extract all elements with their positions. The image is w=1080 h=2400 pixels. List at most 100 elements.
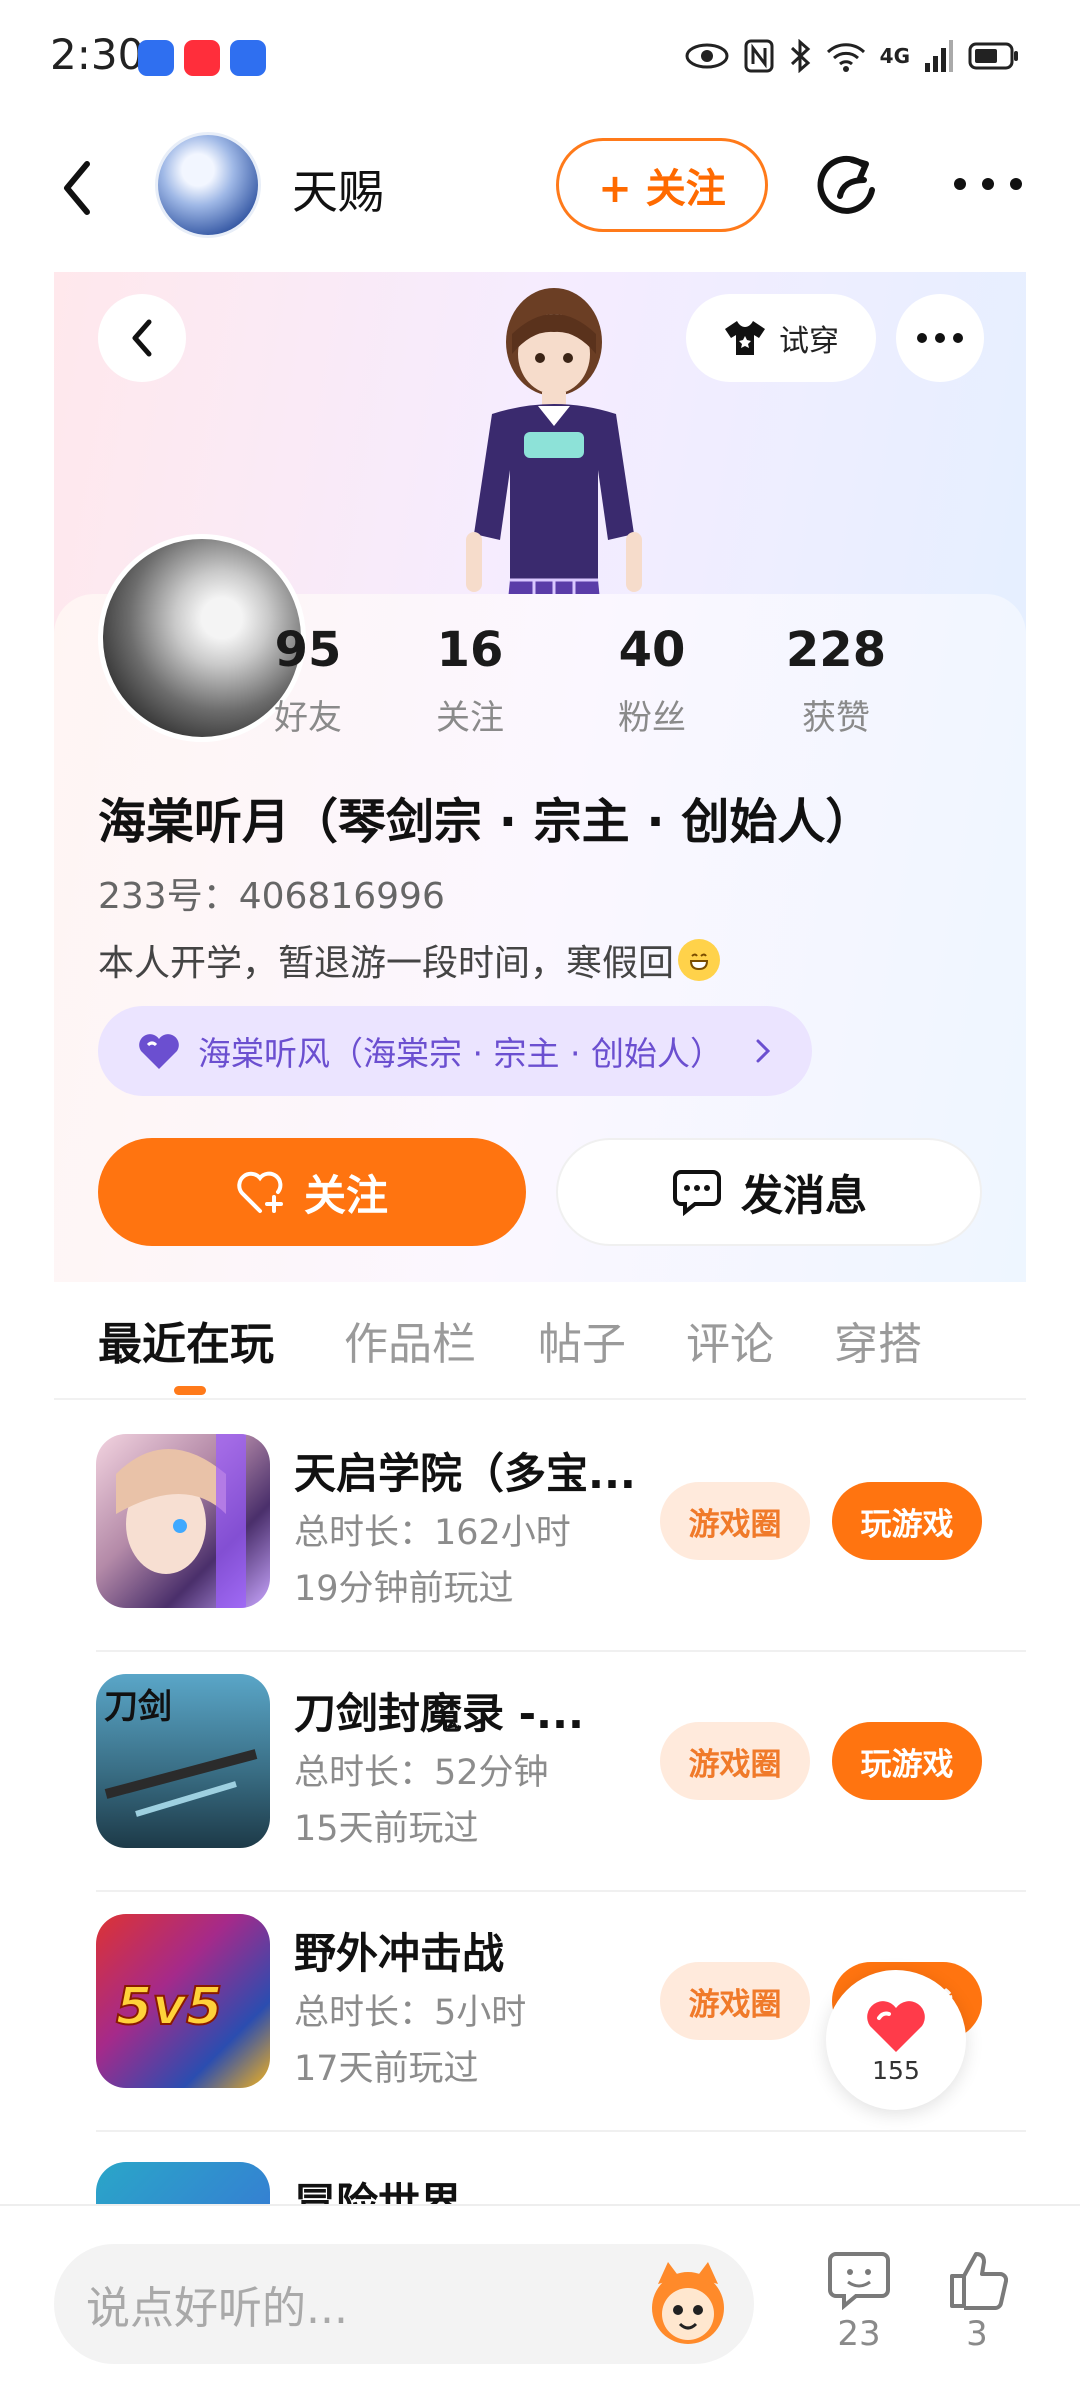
profile-display-name: 海棠听月（琴剑宗 · 宗主 · 创始人） (98, 794, 874, 850)
top-nav: 天赐 + 关注 (0, 120, 1080, 250)
signal-icon (925, 40, 953, 72)
hero-back-button[interactable] (98, 294, 186, 382)
nfc-icon (744, 39, 774, 73)
list-item[interactable]: 天启学院（多宝... 总时长：162小时 19分钟前玩过 游戏圈 玩游戏 (96, 1412, 1026, 1652)
app-notification-icon (184, 40, 220, 76)
floating-like-count: 155 (872, 2055, 920, 2085)
message-label: 发消息 (740, 1170, 867, 1220)
wifi-icon (826, 43, 865, 72)
game-last-played: 19分钟前玩过 (294, 1569, 514, 1609)
back-arrow-icon[interactable] (55, 158, 105, 218)
sword-game-icon: 刀剑 (104, 1687, 258, 1817)
tab-indicator (174, 1386, 206, 1395)
try-on-label: 试穿 (779, 324, 839, 359)
game-title: 天启学院（多宝... (294, 1449, 636, 1498)
game-circle-button[interactable]: 游戏圈 (660, 1722, 810, 1800)
game-icon (96, 1434, 270, 1608)
game-duration: 总时长：52分钟 (294, 1753, 549, 1793)
tab-posts[interactable]: 帖子 (538, 1308, 626, 1372)
comment-icon (828, 2252, 890, 2310)
guild-tag-label: 海棠听风（海棠宗 · 宗主 · 创始人） (198, 1034, 723, 1073)
tab-outfits[interactable]: 穿搭 (834, 1308, 922, 1372)
avatar[interactable] (155, 132, 261, 238)
try-on-button[interactable]: 试穿 (686, 294, 876, 382)
nav-username: 天赐 (292, 165, 384, 219)
chevron-left-icon (132, 319, 152, 357)
grin-emoji-icon (678, 939, 721, 981)
hero-more-button[interactable] (896, 294, 984, 382)
comment-count-button[interactable]: 23 (814, 2250, 904, 2354)
anime-character-icon (116, 1434, 246, 1608)
battery-icon (968, 42, 1018, 70)
stat-number: 16 (436, 622, 504, 678)
profile-hero: 试穿 95 好友 16 关注 40 粉丝 228 获赞 海棠听月（琴剑宗 · 宗… (54, 272, 1026, 1282)
tshirt-icon (725, 321, 765, 355)
heart-icon (867, 2000, 925, 2052)
stat-likes[interactable]: 228 获赞 (766, 622, 906, 739)
chat-bubble-icon (672, 1170, 721, 1216)
stat-fans[interactable]: 40 粉丝 (582, 622, 722, 739)
guild-tag[interactable]: 海棠听风（海棠宗 · 宗主 · 创始人） (98, 1006, 812, 1096)
stat-following[interactable]: 16 关注 (400, 622, 540, 739)
game-icon: 刀剑 (96, 1674, 270, 1848)
tab-comments[interactable]: 评论 (686, 1308, 774, 1372)
bottom-bar: 说点好听的... 23 3 (0, 2204, 1080, 2400)
stat-number: 228 (785, 622, 887, 678)
grin-face-icon (690, 953, 709, 971)
stat-friends[interactable]: 95 好友 (238, 622, 378, 739)
like-count: 3 (966, 2314, 988, 2354)
profile-uid: 233号：406816996 (98, 876, 445, 917)
game-icon-text: 5v5 (116, 1977, 222, 2037)
heart-plus-icon (237, 1171, 283, 1213)
more-icon[interactable] (948, 164, 1028, 204)
bluetooth-icon (790, 39, 810, 73)
floating-like-button[interactable]: 155 (826, 1970, 966, 2110)
follow-main-label: 关注 (303, 1170, 388, 1220)
list-item[interactable]: 冒险世界 (96, 2132, 1026, 2212)
status-icons: 4G (684, 34, 1020, 78)
play-game-button[interactable]: 玩游戏 (832, 1722, 982, 1800)
heart-icon (139, 1034, 179, 1069)
profile-bio: 本人开学，暂退游一段时间，寒假回 (98, 934, 721, 986)
stat-label: 粉丝 (618, 698, 686, 738)
message-button[interactable]: 发消息 (556, 1138, 982, 1246)
more-icon (917, 333, 963, 343)
game-duration: 总时长：5小时 (294, 1993, 527, 2033)
game-title: 野外冲击战 (294, 1929, 505, 1978)
game-circle-button[interactable]: 游戏圈 (660, 1962, 810, 2040)
mascot-icon[interactable] (640, 2254, 736, 2350)
stat-label: 关注 (436, 698, 504, 738)
thumbs-up-icon (950, 2252, 1008, 2310)
app-notification-icon (138, 40, 174, 76)
tab-recent-play[interactable]: 最近在玩 (98, 1308, 274, 1372)
stat-number: 40 (618, 622, 686, 678)
play-game-button[interactable]: 玩游戏 (832, 1482, 982, 1560)
stat-label: 获赞 (802, 698, 870, 738)
stat-number: 95 (274, 622, 342, 678)
comment-placeholder: 说点好听的... (86, 2283, 348, 2334)
game-circle-button[interactable]: 游戏圈 (660, 1482, 810, 1560)
follow-button[interactable]: + 关注 (556, 138, 768, 232)
chevron-right-icon (756, 1039, 771, 1063)
game-title: 刀剑封魔录 -... (294, 1689, 584, 1738)
follow-main-button[interactable]: 关注 (98, 1138, 526, 1246)
list-item[interactable]: 刀剑 刀剑封魔录 -... 总时长：52分钟 15天前玩过 游戏圈 玩游戏 (96, 1652, 1026, 1892)
game-last-played: 15天前玩过 (294, 1809, 479, 1849)
game-last-played: 17天前玩过 (294, 2049, 479, 2089)
app-notification-icon (230, 40, 266, 76)
share-icon[interactable] (812, 150, 884, 222)
profile-tabs: 最近在玩 作品栏 帖子 评论 穿搭 (54, 1282, 1026, 1400)
game-icon: 5v5 (96, 1914, 270, 2088)
tab-works[interactable]: 作品栏 (344, 1308, 476, 1372)
status-time: 2:30 (50, 30, 145, 79)
comment-count: 23 (837, 2314, 881, 2354)
stat-label: 好友 (274, 698, 342, 738)
like-count-button[interactable]: 3 (932, 2250, 1022, 2354)
network-type: 4G (879, 44, 910, 68)
status-bar: 2:30 4G (0, 0, 1080, 110)
follow-label: + 关注 (598, 166, 726, 212)
game-duration: 总时长：162小时 (294, 1513, 571, 1553)
eye-icon (685, 43, 729, 69)
5v5-game-icon: 5v5 (115, 1976, 223, 2038)
game-icon-text: 刀剑 (104, 1687, 172, 1727)
